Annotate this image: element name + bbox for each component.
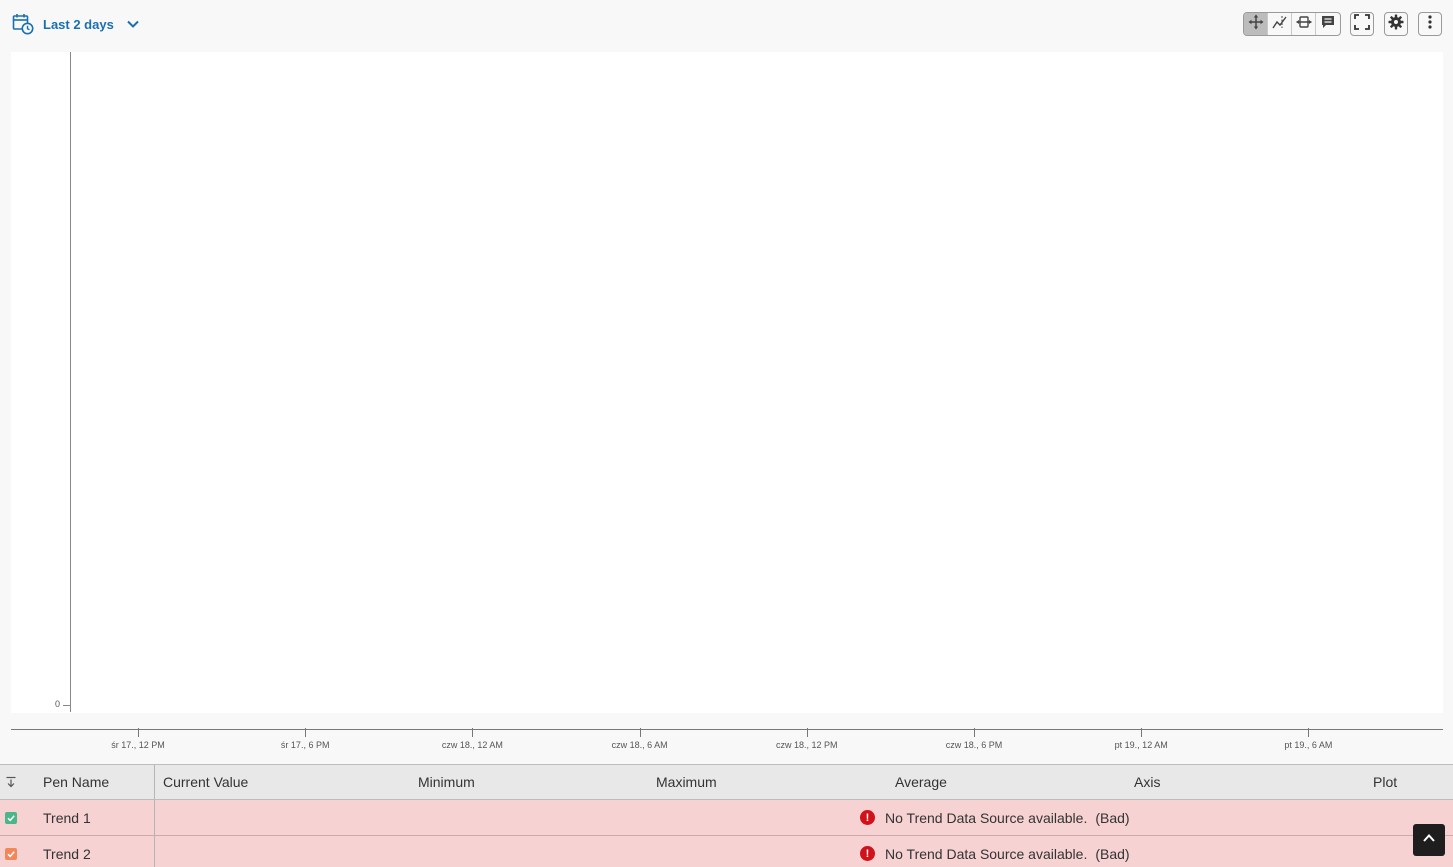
zoom-selection-icon [1271,14,1288,35]
x-axis-tick-label: śr 17., 12 PM [111,740,165,750]
zoom-horizontal-button[interactable] [1292,13,1316,35]
annotation-button[interactable] [1316,13,1340,35]
column-header-maximum[interactable]: Maximum [656,765,717,799]
column-header-average[interactable]: Average [895,765,947,799]
chevron-up-icon [1421,830,1437,851]
trend-1-visibility-checkbox[interactable] [5,811,17,824]
pan-icon [1248,14,1264,35]
column-divider[interactable] [154,765,155,799]
pan-button[interactable] [1244,13,1268,35]
chevron-down-icon[interactable] [126,17,140,31]
fullscreen-button[interactable] [1350,12,1374,36]
scroll-to-top-button[interactable] [1413,824,1445,856]
zoom-horizontal-icon [1295,14,1312,35]
pen-status: ! No Trend Data Source available. (Bad) [860,836,1130,867]
settings-button[interactable] [1384,12,1408,36]
x-axis-tick-label: czw 18., 12 AM [441,740,503,750]
x-axis-tick [472,728,474,737]
pen-name: Trend 2 [43,845,91,862]
x-axis-line [11,729,1443,730]
status-quality: (Bad) [1095,809,1130,826]
x-axis-tick-label: czw 18., 12 PM [776,740,838,750]
x-axis-tick [305,728,307,737]
zoom-selection-button[interactable] [1268,13,1292,35]
time-range-label: Last 2 days [43,16,114,32]
column-header-plot[interactable]: Plot [1373,765,1397,799]
error-icon: ! [860,810,875,825]
more-vertical-icon [1422,14,1438,35]
status-message: No Trend Data Source available. [885,809,1088,826]
time-range-selector[interactable]: Last 2 days [12,12,140,36]
sort-icon[interactable] [5,765,17,799]
pen-status: ! No Trend Data Source available. (Bad) [860,800,1130,835]
x-axis-tick [974,728,975,737]
x-axis-tick-label: śr 17., 6 PM [280,740,330,750]
y-axis-line [70,52,71,712]
status-quality: (Bad) [1095,845,1130,862]
x-axis-tick [138,728,139,737]
chart-mode-toolgroup [1243,12,1341,36]
fullscreen-icon [1354,13,1370,35]
column-divider [154,800,155,835]
gear-icon [1388,14,1404,35]
pen-table: Pen Name Current Value Minimum Maximum A… [0,764,1453,867]
x-axis-tick [806,728,808,737]
x-axis-tick-label: czw 18., 6 AM [611,740,668,750]
table-row-trend-2[interactable]: Trend 2 ! No Trend Data Source available… [0,836,1453,867]
plot-area[interactable]: 0 [11,52,1443,713]
more-options-button[interactable] [1418,12,1442,36]
table-row-trend-1[interactable]: Trend 1 ! No Trend Data Source available… [0,800,1453,836]
calendar-clock-icon [12,13,34,35]
column-header-current-value[interactable]: Current Value [163,765,248,799]
column-header-axis[interactable]: Axis [1134,765,1160,799]
table-header: Pen Name Current Value Minimum Maximum A… [0,764,1453,800]
trend-2-visibility-checkbox[interactable] [5,847,17,860]
x-axis-tick [639,728,641,737]
top-toolbar: Last 2 days [0,0,1453,48]
x-axis-tick-label: pt 19., 6 AM [1284,740,1333,750]
column-header-minimum[interactable]: Minimum [418,765,475,799]
column-divider [154,836,155,867]
pen-name: Trend 1 [43,809,91,826]
x-axis: śr 17., 12 PM śr 17., 6 PM czw 18., 12 AM c… [11,728,1443,753]
trend-viewer: Last 2 days 0 śr 17., 12 PM śr 17., 6 PM… [0,0,1453,867]
x-axis-tick-label: czw 18., 6 PM [945,740,1003,750]
x-axis-tick-label: pt 19., 12 AM [1114,740,1168,750]
status-message: No Trend Data Source available. [885,845,1088,862]
column-header-pen-name[interactable]: Pen Name [43,765,109,799]
x-axis-tick [1308,728,1310,737]
y-axis-tick-label: 0 [55,699,61,709]
y-axis-tick [63,705,70,706]
error-icon: ! [860,846,875,861]
annotation-icon [1320,14,1336,35]
x-axis-tick [1141,728,1143,737]
